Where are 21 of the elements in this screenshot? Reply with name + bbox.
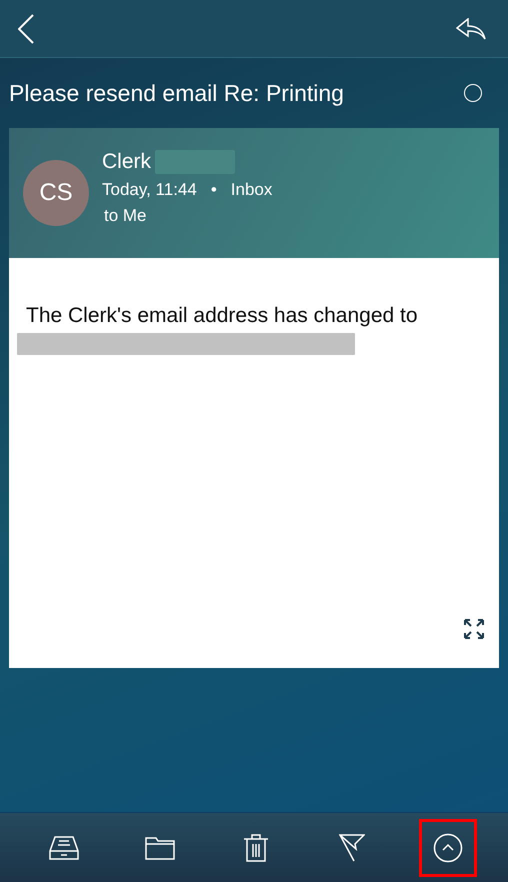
separator-dot: • <box>210 180 217 200</box>
back-icon <box>18 14 34 44</box>
email-subject: Please resend email Re: Printing <box>9 80 344 106</box>
scroll-up-button[interactable] <box>419 818 477 876</box>
email-body-text: The Clerk's email address has changed to <box>25 304 419 328</box>
recipient-label: to Me <box>103 206 148 226</box>
back-button[interactable] <box>16 12 36 46</box>
expand-button[interactable] <box>463 618 485 640</box>
email-time: Today, 11:44 <box>102 180 197 200</box>
scroll-up-icon <box>433 832 463 862</box>
trash-icon <box>243 834 269 862</box>
drawer-icon <box>49 834 79 860</box>
read-status-toggle[interactable] <box>464 84 482 102</box>
sender-avatar: CS <box>23 160 89 226</box>
sender-name: Clerk <box>102 150 152 174</box>
folder-icon <box>145 836 175 860</box>
folder-label: Inbox <box>230 180 272 200</box>
expand-icon <box>463 618 485 640</box>
reply-icon <box>456 18 486 40</box>
flag-icon <box>339 834 365 862</box>
reply-button[interactable] <box>454 16 488 42</box>
